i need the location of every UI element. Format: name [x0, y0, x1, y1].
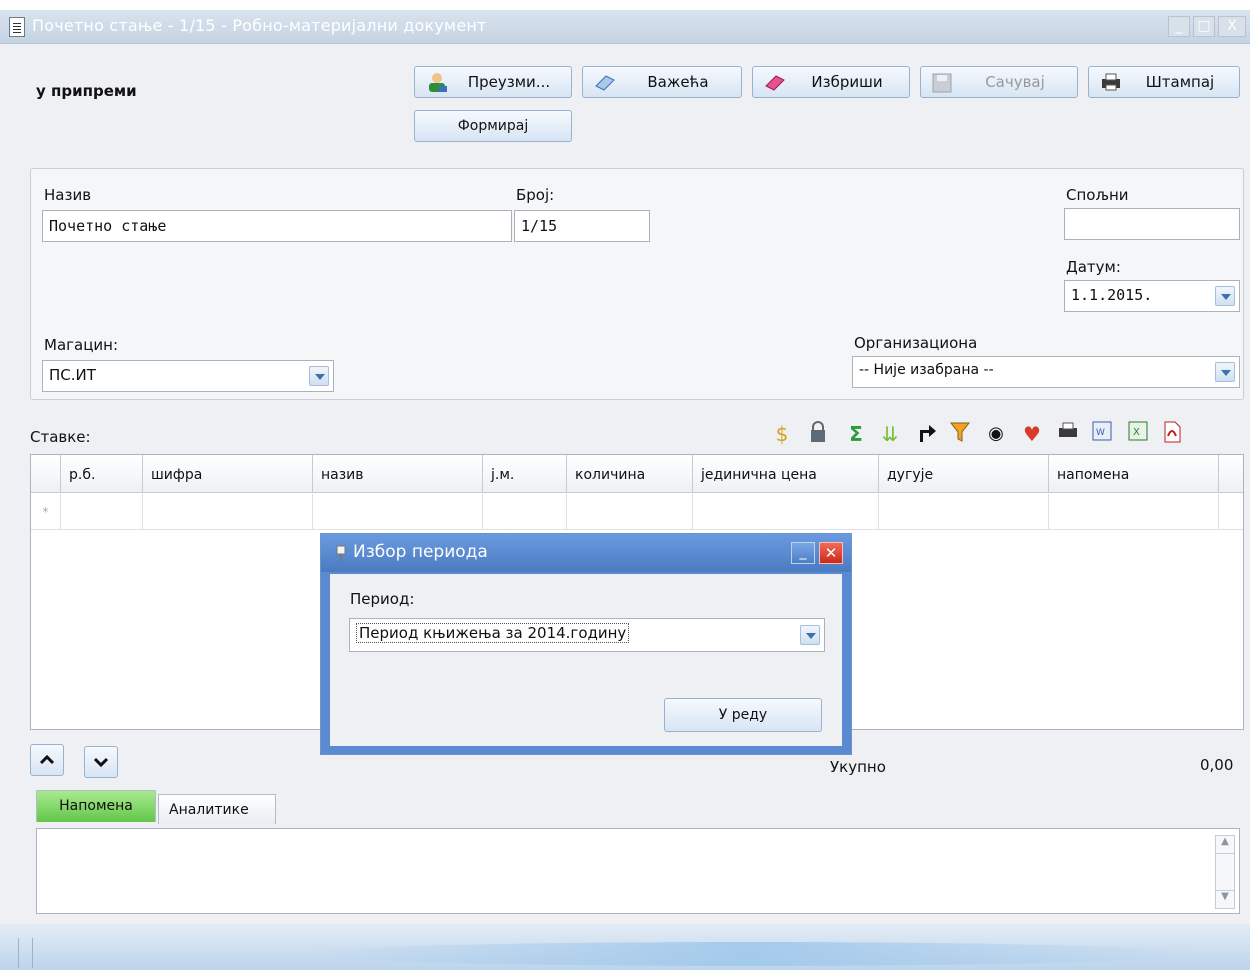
note-textarea[interactable]: ▲ ▼ — [36, 828, 1240, 914]
dialog-title-bar: Избор периода _ ✕ — [321, 534, 851, 572]
items-label: Ставке: — [30, 428, 91, 446]
tab-analytics[interactable]: Аналитике — [158, 794, 276, 824]
dialog-title: Избор периода — [353, 542, 488, 562]
form-button[interactable]: Формирај — [414, 110, 572, 142]
svg-text:X: X — [1133, 427, 1140, 438]
refresh-icon[interactable]: $ — [770, 420, 794, 448]
lock-icon[interactable] — [806, 420, 830, 448]
sum-icon[interactable]: Σ — [844, 420, 868, 448]
table-cell[interactable] — [693, 494, 879, 530]
maximize-button[interactable]: □ — [1193, 16, 1215, 37]
period-label: Период: — [350, 590, 415, 608]
move-up-button[interactable] — [30, 744, 64, 776]
total-value: 0,00 — [1200, 756, 1234, 774]
minimize-button[interactable]: _ — [1168, 16, 1190, 37]
eye-icon[interactable]: ◉ — [984, 420, 1008, 448]
external-field[interactable] — [1064, 208, 1240, 240]
plug-icon — [333, 544, 349, 566]
eraser-icon — [763, 72, 787, 92]
ok-button[interactable]: У реду — [664, 698, 822, 732]
chevron-down-icon[interactable] — [1215, 286, 1235, 306]
table-cell[interactable] — [879, 494, 1049, 530]
column-header[interactable]: количина — [567, 455, 693, 493]
table-cell[interactable] — [483, 494, 567, 530]
table-cell[interactable] — [313, 494, 483, 530]
period-dialog: Избор периода _ ✕ Период: Период књижења… — [320, 533, 852, 755]
window-title-bar: Почетно стање - 1/15 - Робно-материјални… — [0, 10, 1250, 44]
date-label: Датум: — [1066, 258, 1121, 276]
valid-button[interactable]: Важећа — [582, 66, 742, 98]
svg-text:W: W — [1096, 428, 1105, 438]
chevron-down-icon[interactable] — [1215, 362, 1235, 382]
heart-icon[interactable]: ♥ — [1020, 420, 1044, 448]
user-import-icon — [425, 72, 449, 92]
org-unit-label: Организациона — [854, 334, 978, 352]
filter-icon[interactable] — [948, 420, 972, 448]
column-header[interactable]: р.б. — [61, 455, 143, 493]
print-icon[interactable] — [1056, 420, 1080, 448]
warehouse-select[interactable]: ПС.ИТ — [42, 360, 334, 392]
scroll-down-icon[interactable]: ▼ — [1216, 890, 1234, 908]
chevron-up-icon — [39, 754, 55, 765]
take-over-button[interactable]: Преузми... — [414, 66, 572, 98]
column-header[interactable]: дугује — [879, 455, 1049, 493]
number-label: Број: — [516, 186, 555, 204]
chevron-down-icon[interactable] — [309, 366, 329, 386]
document-status: у припреми — [36, 82, 137, 100]
scroll-up-icon[interactable]: ▲ — [1216, 836, 1234, 854]
new-row-marker: * — [31, 494, 61, 530]
external-label: Спољни — [1066, 186, 1129, 204]
name-label: Назив — [44, 186, 92, 204]
table-cell[interactable] — [143, 494, 313, 530]
floppy-icon — [931, 72, 955, 93]
move-down-button[interactable] — [84, 746, 118, 778]
org-unit-select[interactable]: -- Није изабрана -- — [852, 356, 1240, 388]
row-selector-header — [31, 455, 61, 493]
chevron-down-icon[interactable] — [800, 625, 820, 645]
status-bar — [0, 924, 1250, 970]
table-cell[interactable] — [567, 494, 693, 530]
column-header[interactable]: шифра — [143, 455, 313, 493]
printer-icon — [1099, 72, 1123, 92]
dialog-minimize-button[interactable]: _ — [791, 542, 815, 564]
chevron-down-icon — [93, 757, 109, 768]
word-icon[interactable]: W — [1090, 420, 1114, 448]
redirect-icon[interactable] — [914, 420, 938, 448]
tab-note[interactable]: Напомена — [36, 790, 156, 822]
eraser-blue-icon — [593, 72, 617, 92]
document-icon — [9, 17, 25, 37]
print-button[interactable]: Штампај — [1088, 66, 1240, 98]
window-title: Почетно стање - 1/15 - Робно-материјални… — [32, 16, 487, 35]
save-button[interactable]: Сачувај — [920, 66, 1078, 98]
delete-button[interactable]: Избриши — [752, 66, 910, 98]
pdf-icon[interactable] — [1160, 420, 1184, 448]
number-field[interactable]: 1/15 — [514, 210, 650, 242]
column-header[interactable]: ј.м. — [483, 455, 567, 493]
column-header[interactable]: јединична цена — [693, 455, 879, 493]
table-row[interactable]: * — [31, 494, 1243, 530]
table-cell[interactable] — [1049, 494, 1219, 530]
dialog-body: Период: Период књижења за 2014.годину У … — [330, 574, 842, 746]
total-label: Укупно — [830, 758, 886, 776]
warehouse-label: Магацин: — [44, 336, 119, 354]
name-field[interactable]: Почетно стање — [42, 210, 512, 242]
scrollbar[interactable]: ▲ ▼ — [1215, 835, 1235, 909]
dialog-close-button[interactable]: ✕ — [819, 542, 843, 564]
close-button[interactable]: X — [1218, 16, 1246, 37]
period-select[interactable]: Период књижења за 2014.годину — [349, 618, 825, 652]
grid-header: р.б. шифра назив ј.м. количина јединична… — [31, 455, 1243, 493]
column-header[interactable]: назив — [313, 455, 483, 493]
date-picker[interactable]: 1.1.2015. — [1064, 280, 1240, 312]
excel-icon[interactable]: X — [1126, 420, 1150, 448]
down-arrows-icon[interactable]: ⇊ — [878, 420, 902, 448]
table-cell[interactable] — [61, 494, 143, 530]
column-header[interactable]: напомена — [1049, 455, 1219, 493]
